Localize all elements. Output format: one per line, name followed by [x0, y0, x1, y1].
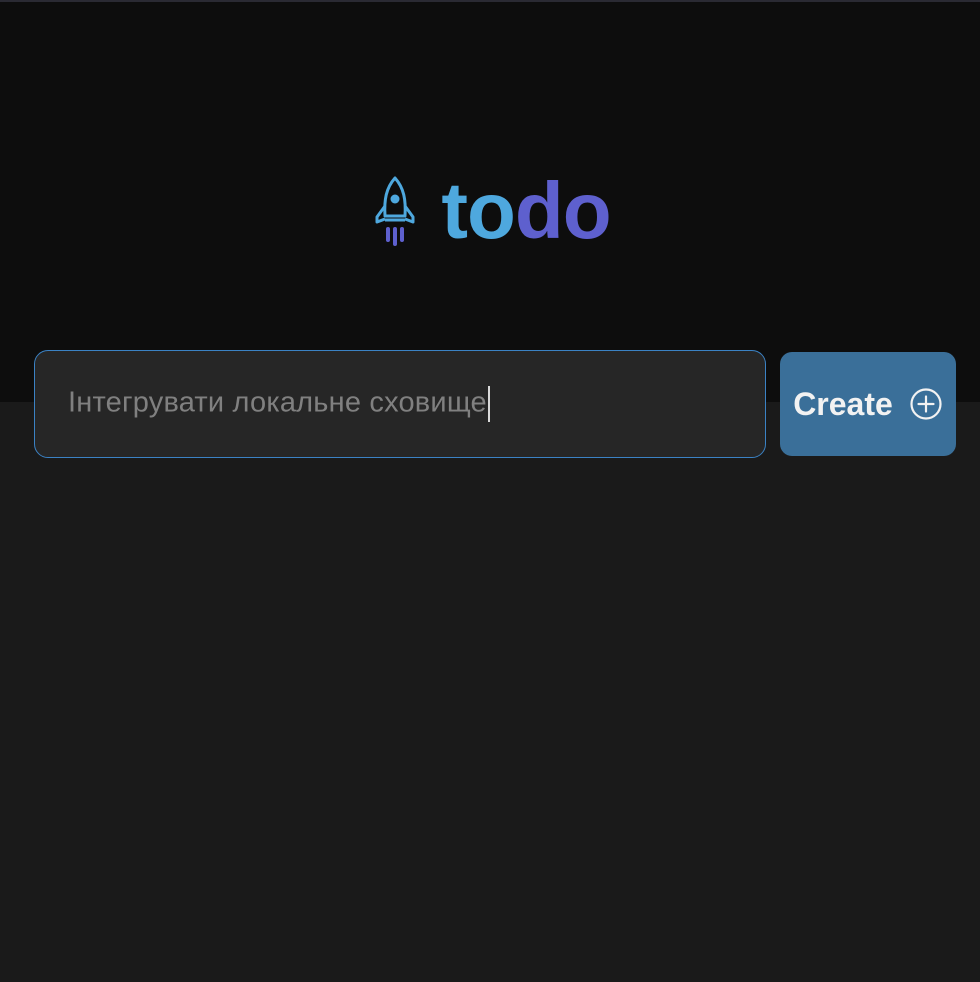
rocket-icon [375, 176, 415, 246]
logo-wordmark: todo [441, 171, 611, 251]
app-header: todo [0, 2, 980, 402]
app-logo: todo [0, 170, 980, 252]
logo-text-do: do [514, 166, 612, 255]
plus-circle-icon [910, 388, 942, 420]
new-task-input[interactable]: Інтегрувати локальне сховище [68, 386, 765, 422]
new-task-input-text: Інтегрувати локальне сховище [68, 386, 487, 419]
logo-text-to: to [441, 166, 516, 255]
text-caret [487, 386, 490, 422]
create-button[interactable]: Create [780, 352, 956, 456]
create-button-label: Create [793, 385, 893, 422]
new-task-field[interactable]: Інтегрувати локальне сховище [34, 350, 766, 458]
